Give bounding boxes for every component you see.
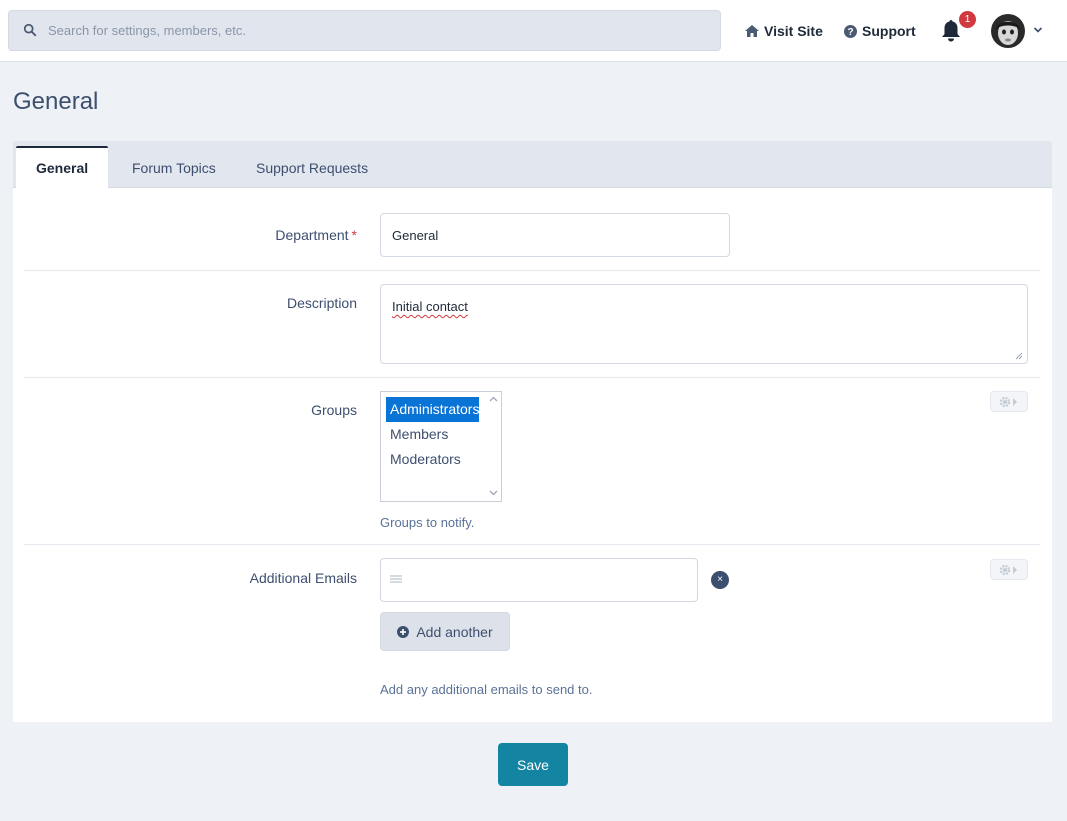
department-input[interactable] — [380, 213, 730, 257]
search-input[interactable] — [47, 11, 707, 50]
visit-site-link[interactable]: Visit Site — [745, 22, 823, 40]
department-label-text: Department — [275, 227, 349, 243]
divider — [24, 270, 1040, 271]
groups-label: Groups — [311, 402, 357, 418]
listbox-scrollbar[interactable] — [486, 392, 501, 501]
tab-forum-topics[interactable]: Forum Topics — [112, 146, 236, 188]
group-option-administrators[interactable]: Administrators — [386, 397, 479, 422]
form-footer: Save — [13, 722, 1052, 806]
search-box[interactable] — [8, 10, 721, 51]
home-icon — [745, 25, 759, 37]
search-icon — [23, 23, 37, 37]
settings-panel: General Forum Topics Support Requests De… — [13, 141, 1052, 806]
divider — [24, 544, 1040, 545]
group-option-moderators[interactable]: Moderators — [386, 447, 479, 472]
groups-multiselect[interactable]: Administrators Members Moderators — [380, 391, 502, 502]
department-label: Department * — [275, 227, 357, 243]
emails-help-text: Add any additional emails to send to. — [380, 682, 593, 697]
visit-site-label: Visit Site — [764, 23, 823, 39]
group-option-members[interactable]: Members — [386, 422, 479, 447]
plus-circle-icon — [397, 625, 410, 638]
top-bar: Visit Site ? Support 1 — [0, 0, 1067, 62]
save-button[interactable]: Save — [498, 743, 568, 786]
svg-text:?: ? — [847, 27, 853, 38]
divider — [24, 377, 1040, 378]
additional-emails-label: Additional Emails — [249, 570, 357, 586]
page-title: General — [13, 88, 99, 115]
tab-bar: General Forum Topics Support Requests — [13, 141, 1052, 189]
gear-icon — [999, 564, 1017, 576]
question-circle-icon: ? — [844, 24, 857, 38]
groups-settings-toggle[interactable] — [990, 391, 1028, 412]
drag-handle-icon[interactable] — [390, 574, 402, 584]
gear-icon — [999, 396, 1017, 408]
emails-settings-toggle[interactable] — [990, 559, 1028, 580]
description-textarea[interactable] — [380, 284, 1028, 364]
scroll-up-icon[interactable] — [489, 396, 498, 402]
support-link[interactable]: ? Support — [844, 22, 916, 40]
additional-email-input[interactable] — [380, 558, 698, 602]
chevron-down-icon[interactable] — [1033, 26, 1043, 34]
resize-handle-icon[interactable] — [1015, 352, 1023, 360]
support-label: Support — [862, 23, 916, 39]
avatar[interactable] — [991, 14, 1025, 48]
groups-help-text: Groups to notify. — [380, 515, 475, 530]
add-another-button[interactable]: Add another — [380, 612, 510, 651]
tab-support-requests[interactable]: Support Requests — [236, 146, 388, 188]
remove-email-button[interactable]: × — [711, 571, 729, 589]
add-another-label: Add another — [416, 623, 493, 640]
tab-general[interactable]: General — [16, 146, 109, 189]
required-mark: * — [351, 227, 357, 243]
scroll-down-icon[interactable] — [489, 490, 498, 496]
description-label: Description — [286, 295, 357, 311]
notification-badge: 1 — [959, 11, 976, 28]
